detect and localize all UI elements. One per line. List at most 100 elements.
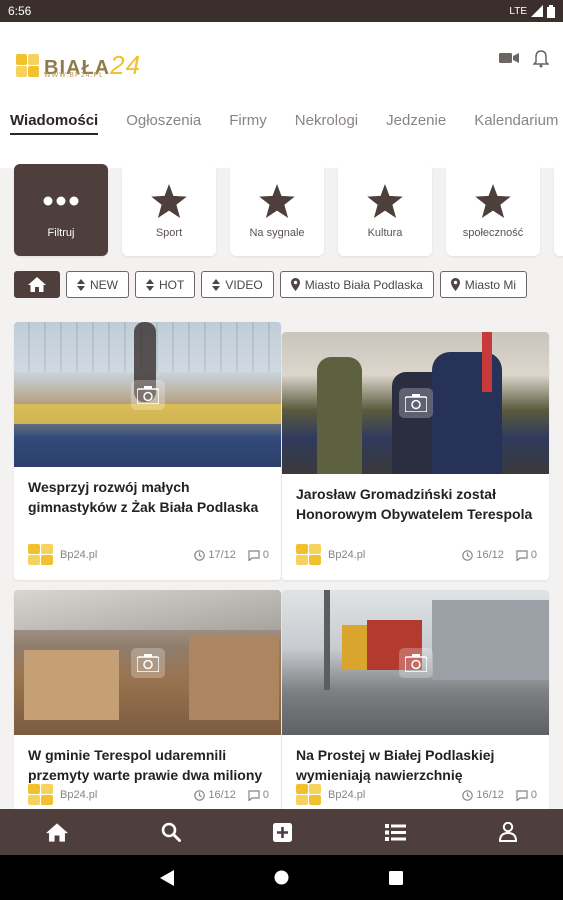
status-bar: 6:56 LTE — [0, 0, 563, 22]
home-circle-icon[interactable] — [274, 870, 289, 885]
category-label: społeczność — [462, 227, 524, 239]
article-source: Bp24.pl — [60, 549, 98, 561]
star-icon — [151, 184, 187, 218]
article-comments: 0 — [530, 789, 537, 801]
clock-icon — [194, 549, 206, 561]
camera-icon — [398, 388, 433, 418]
tab-ogloszenia[interactable]: Ogłoszenia — [126, 102, 201, 129]
article-image — [14, 322, 281, 467]
article-meta: Bp24.pl 16/12 0 — [28, 784, 269, 806]
filter-chips: NEW HOT VIDEO Miasto Biała Podlaska Mias… — [14, 271, 528, 299]
article-source: Bp24.pl — [60, 789, 98, 801]
home-chip[interactable] — [14, 271, 60, 298]
article-date: 17/12 — [208, 549, 236, 561]
article-card[interactable]: W gminie Terespol udaremnili przemyty wa… — [14, 590, 281, 820]
article-comments: 0 — [262, 789, 269, 801]
network-label: LTE — [509, 5, 527, 17]
article-date: 16/12 — [208, 789, 236, 801]
map-pin-icon — [450, 278, 460, 291]
article-source: Bp24.pl — [328, 549, 366, 561]
article-source: Bp24.pl — [328, 789, 366, 801]
article-meta: Bp24.pl 17/12 0 — [28, 544, 269, 566]
user-profile-icon[interactable] — [498, 822, 517, 842]
chip-label: VIDEO — [225, 277, 263, 292]
list-icon[interactable] — [385, 823, 407, 841]
article-card[interactable]: Wesprzyj rozwój małych gimnastyków z Żak… — [14, 322, 281, 580]
star-icon — [475, 184, 511, 218]
category-more[interactable] — [554, 164, 563, 256]
chip-video[interactable]: VIDEO — [201, 271, 274, 298]
category-spolecznosc[interactable]: społeczność — [446, 164, 540, 256]
logo-url: WWW.BP24.PL — [44, 72, 105, 79]
logo-square — [28, 54, 39, 65]
camera-icon — [130, 647, 165, 678]
chip-hot[interactable]: HOT — [135, 271, 196, 298]
system-navigation-bar — [0, 855, 563, 900]
home-icon[interactable] — [46, 822, 69, 842]
article-meta: Bp24.pl 16/12 0 — [296, 544, 537, 566]
article-image — [282, 590, 549, 735]
back-icon[interactable] — [160, 869, 174, 886]
chip-location[interactable]: Miasto Biała Podlaska — [279, 271, 434, 298]
category-label: Sport — [155, 227, 183, 239]
article-image — [282, 332, 549, 474]
chip-label: NEW — [90, 277, 118, 292]
tab-nekrologi[interactable]: Nekrologi — [295, 102, 358, 129]
article-card[interactable]: Na Prostej w Białej Podlaskiej wymieniaj… — [282, 590, 549, 820]
more-dots-icon — [43, 196, 79, 206]
category-sport[interactable]: Sport — [122, 164, 216, 256]
article-title: Jarosław Gromadziński został Honorowym O… — [296, 486, 533, 522]
chip-label: HOT — [159, 277, 185, 292]
article-image — [14, 590, 281, 735]
logo-square — [16, 66, 27, 77]
source-logo-icon — [28, 544, 53, 565]
article-meta: Bp24.pl 16/12 0 — [296, 784, 537, 806]
comment-icon — [248, 789, 260, 801]
search-icon[interactable] — [161, 822, 181, 842]
source-logo-icon — [28, 784, 53, 805]
bell-icon[interactable] — [533, 50, 549, 68]
sort-icon — [77, 278, 85, 291]
chip-label: Miasto Mi — [464, 277, 517, 292]
add-post-icon[interactable] — [273, 822, 293, 842]
clock-icon — [194, 789, 206, 801]
category-label: Filtruj — [47, 227, 75, 239]
clock-icon — [462, 549, 474, 561]
chip-label: Miasto Biała Podlaska — [304, 277, 423, 292]
status-time: 6:56 — [8, 4, 32, 18]
tab-firmy[interactable]: Firmy — [229, 102, 267, 129]
battery-icon — [547, 4, 555, 18]
sort-icon — [212, 278, 221, 291]
category-label: Kultura — [367, 227, 403, 239]
category-filter[interactable]: Filtruj — [14, 164, 108, 256]
chip-location[interactable]: Miasto Mi — [439, 271, 528, 298]
logo-square — [16, 54, 27, 65]
comment-icon — [516, 789, 528, 801]
chip-new[interactable]: NEW — [66, 271, 129, 298]
category-strip: Filtruj Sport Na sygnale Kultura społecz… — [0, 164, 563, 260]
star-icon — [367, 184, 403, 218]
section-tabs: Wiadomości Ogłoszenia Firmy Nekrologi Je… — [0, 102, 563, 138]
camera-icon — [130, 379, 165, 410]
category-kultura[interactable]: Kultura — [338, 164, 432, 256]
bottom-navigation — [0, 809, 563, 855]
article-comments: 0 — [262, 549, 269, 561]
tab-kalendarium[interactable]: Kalendarium — [474, 102, 558, 129]
app-logo[interactable]: BIAŁA24 WWW.BP24.PL — [16, 50, 156, 80]
camera-icon — [398, 647, 433, 678]
comment-icon — [248, 549, 260, 561]
tab-jedzenie[interactable]: Jedzenie — [386, 102, 446, 129]
sort-icon — [146, 278, 154, 291]
article-date: 16/12 — [476, 549, 504, 561]
recent-apps-icon[interactable] — [389, 870, 403, 885]
article-title: Wesprzyj rozwój małych gimnastyków z Żak… — [28, 479, 259, 515]
clock-icon — [462, 789, 474, 801]
home-icon — [28, 277, 46, 292]
article-comments: 0 — [530, 549, 537, 561]
article-card[interactable]: Jarosław Gromadziński został Honorowym O… — [282, 332, 549, 580]
tab-wiadomosci[interactable]: Wiadomości — [10, 102, 99, 135]
video-camera-icon[interactable] — [499, 50, 519, 66]
app-header: BIAŁA24 WWW.BP24.PL Wiadomości Ogłoszeni… — [0, 22, 563, 168]
logo-square — [28, 66, 39, 77]
category-na-sygnale[interactable]: Na sygnale — [230, 164, 324, 256]
